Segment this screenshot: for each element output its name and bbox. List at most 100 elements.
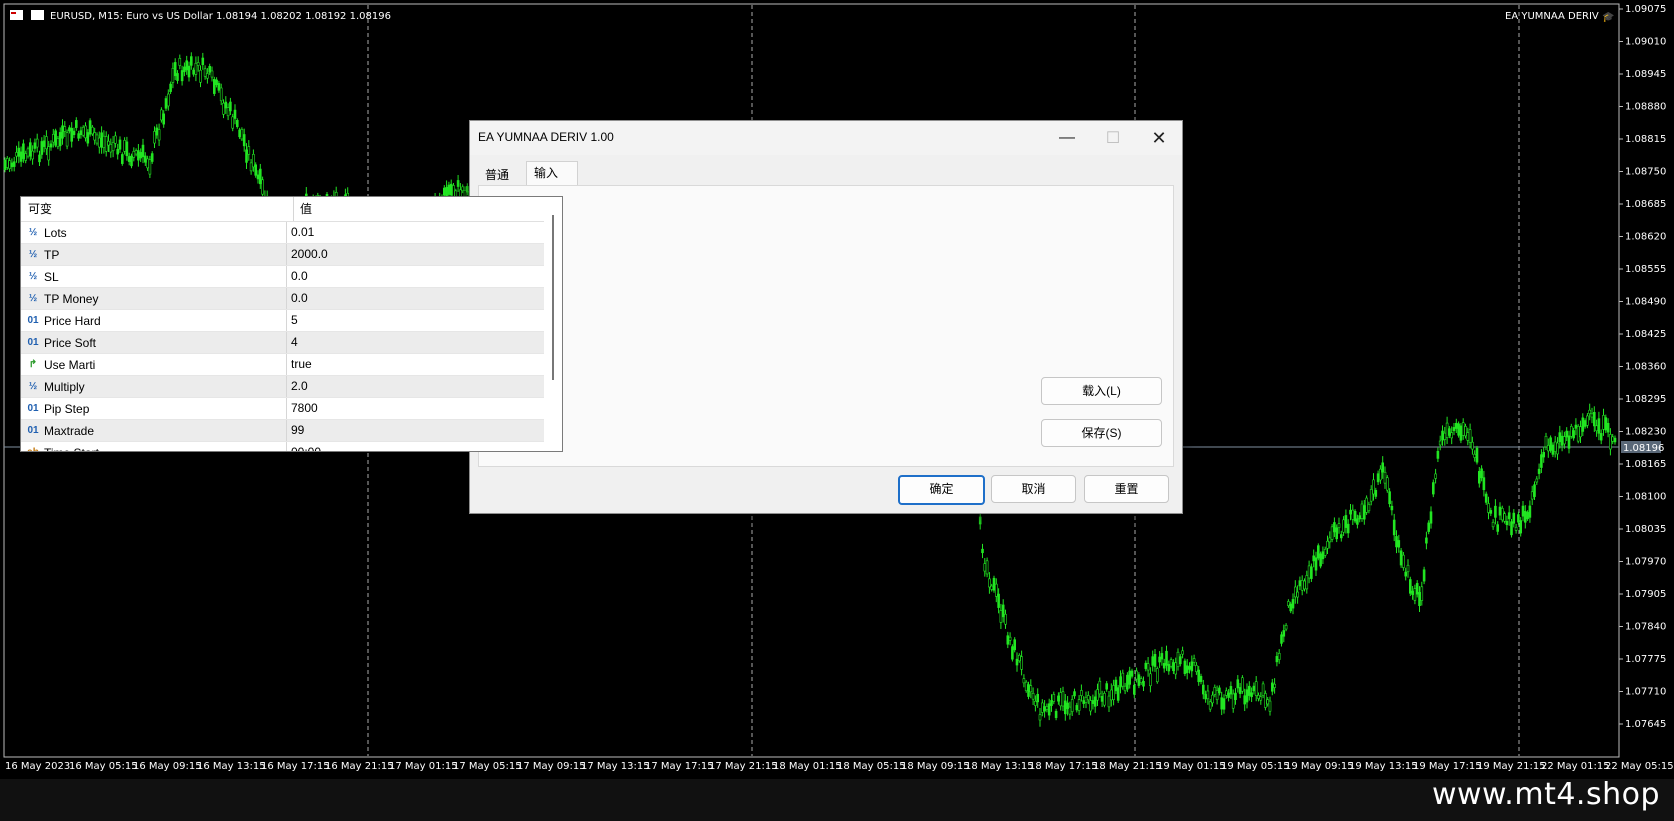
candle-body	[1337, 523, 1341, 528]
candle-body	[222, 102, 225, 115]
candle-body	[95, 134, 99, 144]
dialog-titlebar[interactable]: EA YUMNAA DERIV 1.00 — ☐ ✕	[470, 121, 1182, 155]
param-value[interactable]: 0.01	[287, 222, 562, 243]
candle-body	[1206, 690, 1210, 700]
scrollbar-thumb[interactable]	[552, 215, 554, 380]
param-value[interactable]: true	[287, 354, 562, 375]
candle-body	[173, 62, 177, 77]
candle-body	[442, 187, 446, 196]
tab-general[interactable]: 普通	[478, 164, 526, 187]
candle-body	[1501, 507, 1504, 521]
param-name: Maxtrade	[44, 423, 95, 438]
maximize-button[interactable]: ☐	[1090, 121, 1136, 155]
save-button[interactable]: 保存(S)	[1041, 419, 1162, 447]
candle-body	[42, 140, 46, 147]
param-row[interactable]: ½ Lots 0.01	[21, 222, 562, 244]
candle-body	[203, 68, 207, 77]
reset-button[interactable]: 重置	[1084, 475, 1169, 503]
candle-body	[1551, 444, 1555, 455]
param-value[interactable]: 00:00	[287, 442, 562, 451]
param-row[interactable]: ½ TP 2000.0	[21, 244, 562, 266]
param-row[interactable]: 01 Price Soft 4	[21, 332, 562, 354]
param-row[interactable]: 01 Maxtrade 99	[21, 420, 562, 442]
candle-body	[125, 141, 129, 157]
candle-body	[1524, 510, 1527, 523]
param-value[interactable]: 2000.0	[287, 244, 562, 265]
candle-body	[990, 585, 994, 590]
minimize-button[interactable]: —	[1044, 121, 1090, 155]
param-name-cell: 01 Price Soft	[21, 332, 287, 353]
candle-body	[1287, 601, 1290, 606]
candle-body	[238, 129, 241, 138]
candle-body	[1360, 503, 1364, 519]
candle-body	[1038, 714, 1042, 721]
candle-body	[1609, 434, 1612, 450]
candle-body	[1459, 425, 1463, 441]
candle-body	[1001, 604, 1005, 618]
chart-window-icon	[10, 10, 23, 20]
price-label: 1.07905	[1625, 589, 1666, 600]
candle-body	[1300, 580, 1304, 591]
candle-body	[1547, 445, 1550, 452]
price-label: 1.08685	[1625, 199, 1666, 210]
candle-body	[171, 68, 175, 83]
candle-body	[155, 127, 159, 136]
candle-body	[38, 154, 41, 163]
candle-body	[449, 183, 453, 196]
cancel-button[interactable]: 取消	[991, 475, 1076, 503]
ok-button[interactable]: 确定	[898, 475, 985, 505]
param-row[interactable]: ½ Multiply 2.0	[21, 376, 562, 398]
time-label: 17 May 05:15	[453, 761, 522, 772]
param-value[interactable]: 0.0	[287, 266, 562, 287]
candle-body	[153, 131, 156, 144]
close-button[interactable]: ✕	[1136, 121, 1182, 155]
candle-body	[1174, 662, 1177, 675]
grid-scrollbar[interactable]	[544, 197, 562, 451]
candle-body	[1530, 491, 1534, 500]
param-row[interactable]: ab Time Start 00:00	[21, 442, 562, 451]
candle-body	[1204, 694, 1207, 700]
candle-body	[1116, 687, 1120, 701]
candle-body	[999, 610, 1003, 623]
candle-body	[1144, 662, 1148, 669]
candle-body	[164, 98, 168, 109]
candle-body	[1047, 703, 1051, 716]
param-row[interactable]: ½ SL 0.0	[21, 266, 562, 288]
candle-body	[1574, 424, 1578, 429]
candle-body	[1036, 693, 1039, 703]
candle-body	[1452, 427, 1456, 432]
candle-body	[187, 65, 191, 78]
candle-body	[127, 156, 131, 162]
param-row[interactable]: 01 Pip Step 7800	[21, 398, 562, 420]
param-value[interactable]: 5	[287, 310, 562, 331]
candle-body	[1409, 579, 1412, 594]
candle-body	[215, 79, 218, 86]
param-row[interactable]: ↱ Use Marti true	[21, 354, 562, 376]
candle-body	[190, 56, 193, 66]
param-row[interactable]: 01 Price Hard 5	[21, 310, 562, 332]
time-label: 18 May 09:15	[901, 761, 970, 772]
load-button[interactable]: 载入(L)	[1041, 377, 1162, 405]
param-value[interactable]: 0.0	[287, 288, 562, 309]
param-value[interactable]: 2.0	[287, 376, 562, 397]
candle-body	[1231, 693, 1235, 709]
candle-body	[1586, 415, 1589, 426]
candle-body	[1507, 512, 1511, 520]
param-row[interactable]: ½ TP Money 0.0	[21, 288, 562, 310]
param-value[interactable]: 4	[287, 332, 562, 353]
param-value[interactable]: 7800	[287, 398, 562, 419]
candle-body	[1245, 689, 1249, 703]
candle-body	[1346, 523, 1350, 534]
param-value[interactable]: 99	[287, 420, 562, 441]
time-label: 16 May 21:15	[325, 761, 394, 772]
candle-body	[1514, 526, 1518, 531]
param-name: TP Money	[44, 291, 99, 306]
candle-body	[1015, 658, 1019, 666]
candle-body	[54, 130, 57, 146]
price-label: 1.07970	[1625, 557, 1666, 568]
candle-body	[150, 153, 154, 162]
tab-input[interactable]: 输入	[526, 161, 578, 186]
parameters-grid[interactable]: 可变 值 ½ Lots 0.01 ½ TP 2000.0 ½ SL 0.0 ½ TP Money 0.…	[20, 196, 563, 452]
candle-body	[1496, 524, 1499, 532]
candle-body	[1284, 625, 1288, 630]
